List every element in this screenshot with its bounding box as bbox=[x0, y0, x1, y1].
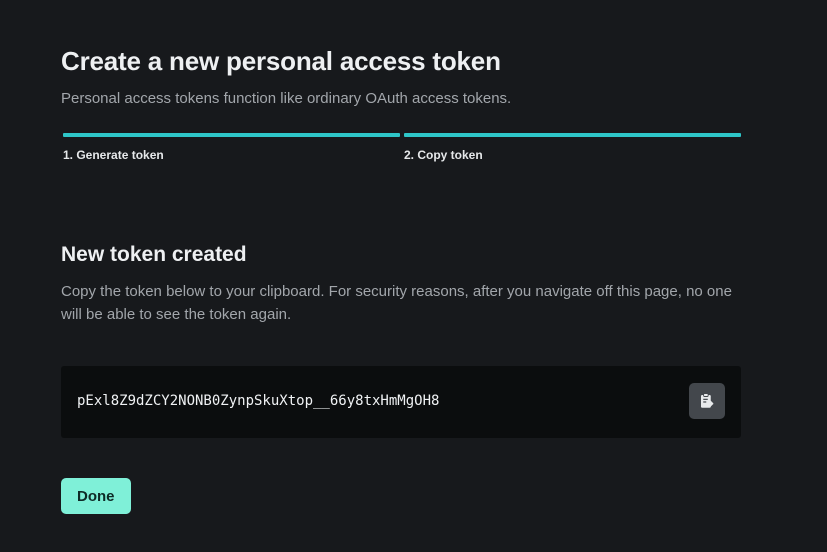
section-description: Copy the token below to your clipboard. … bbox=[61, 283, 732, 323]
step-label: 1. Generate token bbox=[63, 148, 164, 162]
section-title: New token created bbox=[61, 243, 247, 266]
page-title: Create a new personal access token bbox=[61, 46, 501, 76]
copy-token-button[interactable] bbox=[689, 383, 725, 419]
step-label: 2. Copy token bbox=[404, 148, 483, 162]
stepper: 1. Generate token 2. Copy token bbox=[63, 133, 741, 162]
clipboard-copy-icon bbox=[701, 393, 714, 408]
token-value[interactable]: pExl8Z9dZCY2NONB0ZynpSkuXtop__66y8txHmMg… bbox=[77, 393, 439, 409]
step-generate-token: 1. Generate token bbox=[63, 133, 400, 162]
step-progress-bar bbox=[63, 133, 400, 137]
done-button[interactable]: Done bbox=[61, 478, 131, 514]
token-display-box: pExl8Z9dZCY2NONB0ZynpSkuXtop__66y8txHmMg… bbox=[61, 366, 741, 438]
page-subtitle: Personal access tokens function like ord… bbox=[61, 90, 512, 107]
step-copy-token: 2. Copy token bbox=[404, 133, 741, 162]
step-progress-bar bbox=[404, 133, 741, 137]
